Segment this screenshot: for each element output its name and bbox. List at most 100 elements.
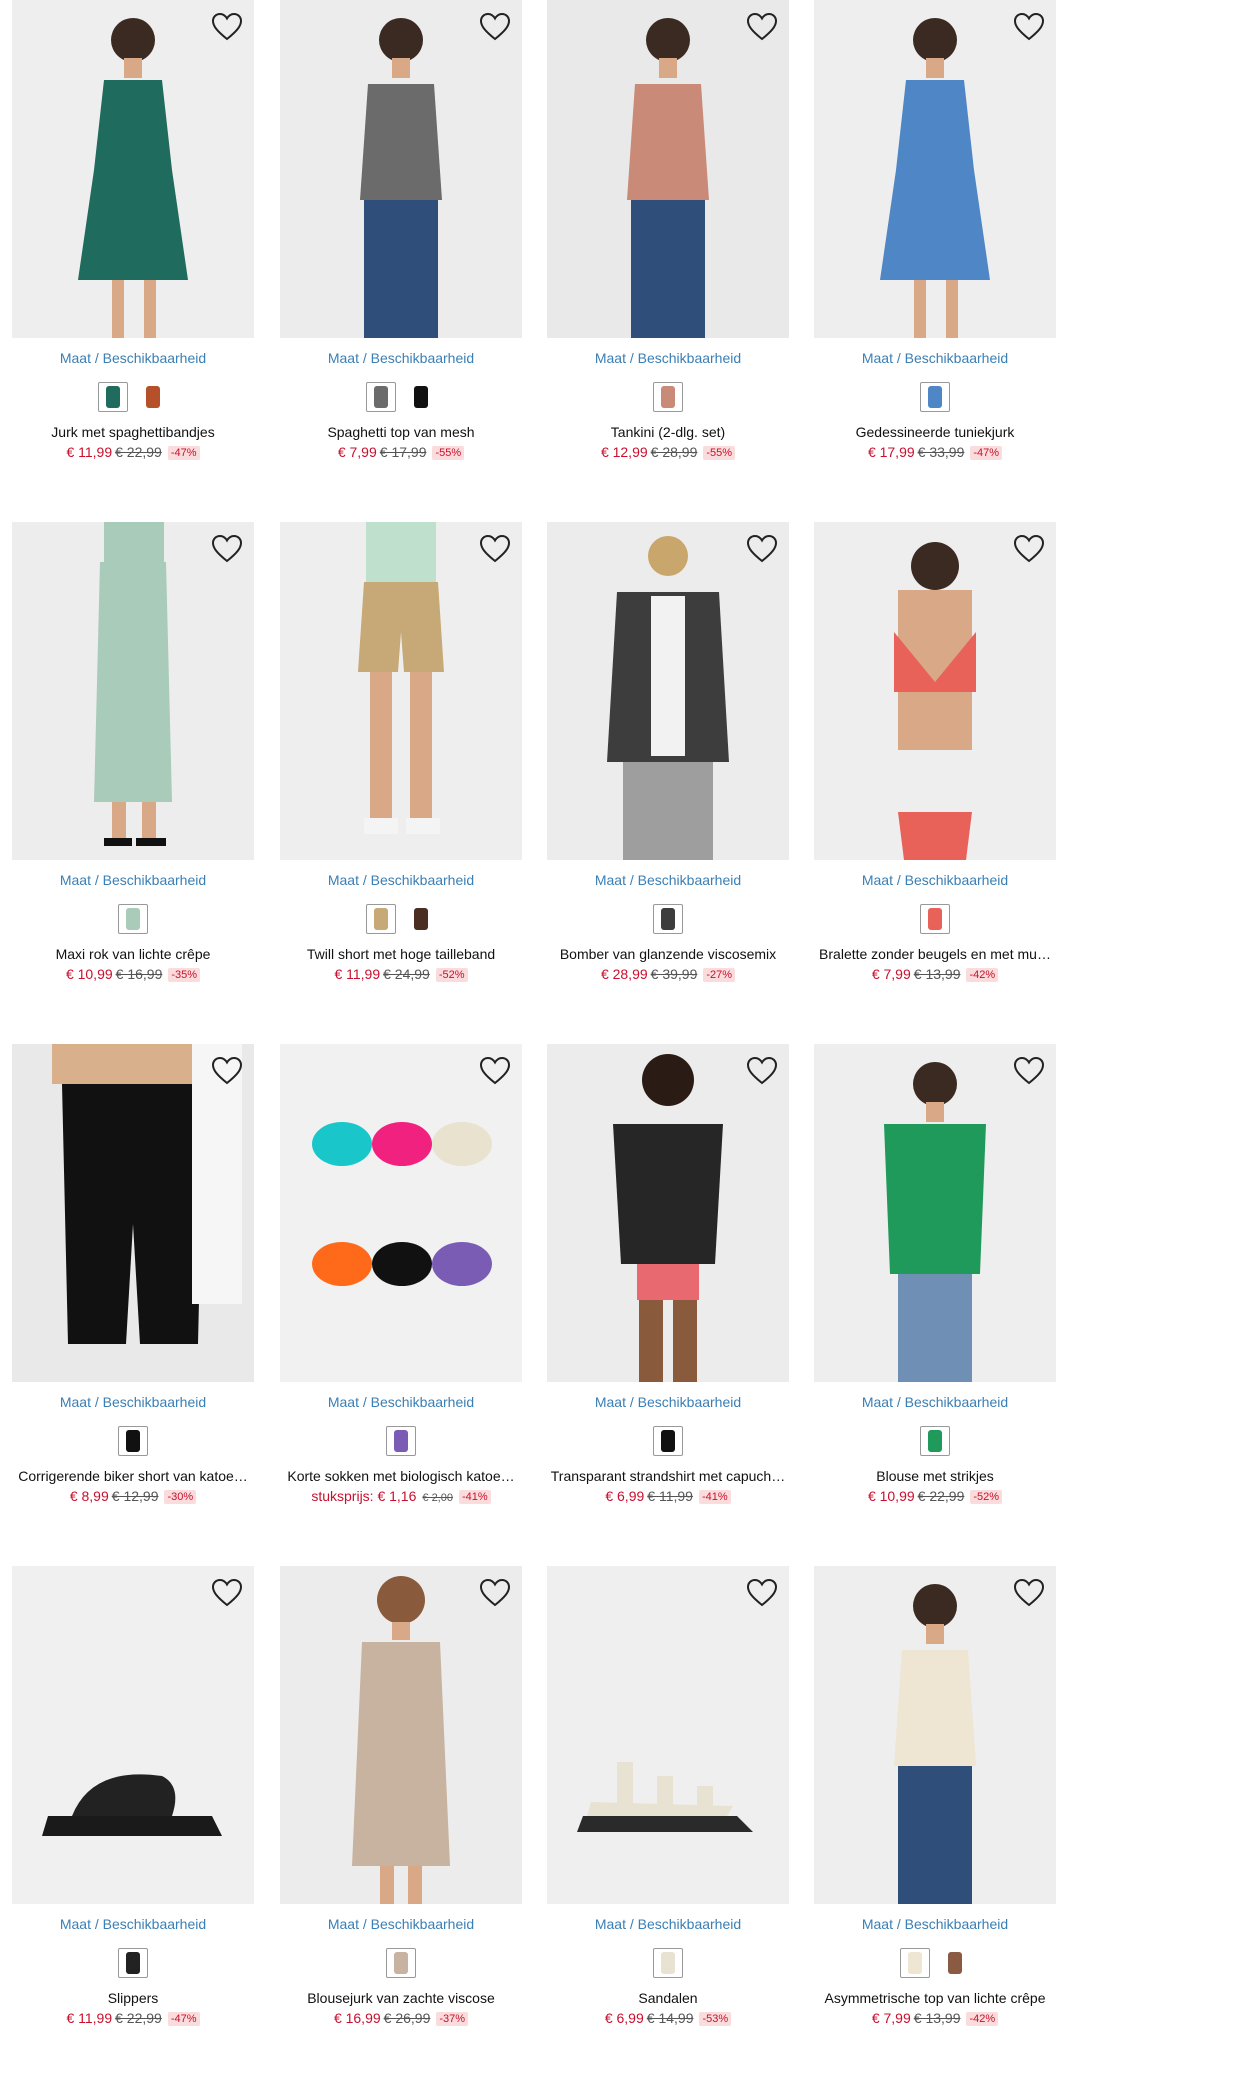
wishlist-heart-icon[interactable]	[745, 532, 779, 566]
color-swatch[interactable]	[920, 382, 950, 412]
wishlist-heart-icon[interactable]	[210, 1576, 244, 1610]
wishlist-heart-icon[interactable]	[745, 1576, 779, 1610]
product-card[interactable]: Maat / Beschikbaarheid Bralette zonder be…	[814, 522, 1056, 992]
wishlist-heart-icon[interactable]	[210, 1054, 244, 1088]
wishlist-heart-icon[interactable]	[210, 10, 244, 44]
wishlist-heart-icon[interactable]	[1012, 10, 1046, 44]
color-swatch[interactable]	[920, 1426, 950, 1456]
product-name[interactable]: Blousejurk van zachte viscose	[280, 1990, 522, 2006]
color-swatch[interactable]	[653, 382, 683, 412]
wishlist-heart-icon[interactable]	[1012, 1054, 1046, 1088]
product-name[interactable]: Asymmetrische top van lichte crêpe	[814, 1990, 1056, 2006]
product-image[interactable]	[12, 522, 254, 860]
wishlist-heart-icon[interactable]	[478, 1054, 512, 1088]
color-swatch[interactable]	[98, 382, 128, 412]
product-name[interactable]: Corrigerende biker short van katoe…	[12, 1468, 254, 1484]
product-card[interactable]: Maat / Beschikbaarheid Korte sokken met b…	[280, 1044, 522, 1514]
wishlist-heart-icon[interactable]	[1012, 532, 1046, 566]
product-card[interactable]: Maat / Beschikbaarheid Blouse met strikje…	[814, 1044, 1056, 1514]
wishlist-heart-icon[interactable]	[745, 1054, 779, 1088]
size-availability-link[interactable]: Maat / Beschikbaarheid	[547, 350, 789, 366]
product-card[interactable]: Maat / Beschikbaarheid Tankini (2-dlg. se…	[547, 0, 789, 470]
product-name[interactable]: Jurk met spaghettibandjes	[12, 424, 254, 440]
color-swatch[interactable]	[118, 1426, 148, 1456]
product-image[interactable]	[280, 0, 522, 338]
color-swatch[interactable]	[920, 904, 950, 934]
product-image[interactable]	[12, 0, 254, 338]
product-card[interactable]: Maat / Beschikbaarheid Blousejurk van zac…	[280, 1566, 522, 2036]
product-image[interactable]	[814, 0, 1056, 338]
product-name[interactable]: Spaghetti top van mesh	[280, 424, 522, 440]
wishlist-heart-icon[interactable]	[478, 532, 512, 566]
size-availability-link[interactable]: Maat / Beschikbaarheid	[814, 1394, 1056, 1410]
color-swatch[interactable]	[406, 382, 436, 412]
size-availability-link[interactable]: Maat / Beschikbaarheid	[12, 1916, 254, 1932]
size-availability-link[interactable]: Maat / Beschikbaarheid	[12, 350, 254, 366]
wishlist-heart-icon[interactable]	[745, 10, 779, 44]
product-image[interactable]	[547, 1566, 789, 1904]
product-image[interactable]	[12, 1566, 254, 1904]
product-card[interactable]: Maat / Beschikbaarheid Corrigerende biker…	[12, 1044, 254, 1514]
color-swatch[interactable]	[900, 1948, 930, 1978]
product-name[interactable]: Bomber van glanzende viscosemix	[547, 946, 789, 962]
product-name[interactable]: Slippers	[12, 1990, 254, 2006]
product-image[interactable]	[547, 522, 789, 860]
product-card[interactable]: Maat / Beschikbaarheid Spaghetti top van …	[280, 0, 522, 470]
product-card[interactable]: Maat / Beschikbaarheid Sandalen € 6,99 € 14…	[547, 1566, 789, 2036]
color-swatch[interactable]	[653, 1426, 683, 1456]
wishlist-heart-icon[interactable]	[210, 532, 244, 566]
product-image[interactable]	[814, 522, 1056, 860]
product-card[interactable]: Maat / Beschikbaarheid Slippers € 11,99 € 2…	[12, 1566, 254, 2036]
color-swatch[interactable]	[940, 1948, 970, 1978]
size-availability-link[interactable]: Maat / Beschikbaarheid	[12, 1394, 254, 1410]
product-image[interactable]	[12, 1044, 254, 1382]
product-name[interactable]: Bralette zonder beugels en met mu…	[814, 946, 1056, 962]
size-availability-link[interactable]: Maat / Beschikbaarheid	[814, 350, 1056, 366]
color-swatch[interactable]	[366, 904, 396, 934]
color-swatch[interactable]	[366, 382, 396, 412]
product-card[interactable]: Maat / Beschikbaarheid Bomber van glanzen…	[547, 522, 789, 992]
wishlist-heart-icon[interactable]	[478, 10, 512, 44]
color-swatch[interactable]	[138, 382, 168, 412]
product-name[interactable]: Sandalen	[547, 1990, 789, 2006]
product-card[interactable]: Maat / Beschikbaarheid Jurk met spaghetti…	[12, 0, 254, 470]
size-availability-link[interactable]: Maat / Beschikbaarheid	[814, 1916, 1056, 1932]
color-swatch[interactable]	[653, 904, 683, 934]
product-card[interactable]: Maat / Beschikbaarheid Gedessineerde tuni…	[814, 0, 1056, 470]
size-availability-link[interactable]: Maat / Beschikbaarheid	[547, 1916, 789, 1932]
color-swatch[interactable]	[386, 1948, 416, 1978]
product-card[interactable]: Maat / Beschikbaarheid Maxi rok van licht…	[12, 522, 254, 992]
size-availability-link[interactable]: Maat / Beschikbaarheid	[280, 1916, 522, 1932]
size-availability-link[interactable]: Maat / Beschikbaarheid	[814, 872, 1056, 888]
product-image[interactable]	[814, 1044, 1056, 1382]
size-availability-link[interactable]: Maat / Beschikbaarheid	[547, 1394, 789, 1410]
product-card[interactable]: Maat / Beschikbaarheid Twill short met ho…	[280, 522, 522, 992]
product-image[interactable]	[280, 1566, 522, 1904]
product-name[interactable]: Gedessineerde tuniekjurk	[814, 424, 1056, 440]
product-image[interactable]	[280, 1044, 522, 1382]
product-image[interactable]	[547, 1044, 789, 1382]
product-name[interactable]: Maxi rok van lichte crêpe	[12, 946, 254, 962]
product-name[interactable]: Tankini (2-dlg. set)	[547, 424, 789, 440]
wishlist-heart-icon[interactable]	[478, 1576, 512, 1610]
size-availability-link[interactable]: Maat / Beschikbaarheid	[280, 1394, 522, 1410]
wishlist-heart-icon[interactable]	[1012, 1576, 1046, 1610]
color-swatch[interactable]	[406, 904, 436, 934]
size-availability-link[interactable]: Maat / Beschikbaarheid	[12, 872, 254, 888]
size-availability-link[interactable]: Maat / Beschikbaarheid	[547, 872, 789, 888]
product-card[interactable]: Maat / Beschikbaarheid Transparant strand…	[547, 1044, 789, 1514]
color-swatch[interactable]	[653, 1948, 683, 1978]
size-availability-link[interactable]: Maat / Beschikbaarheid	[280, 350, 522, 366]
product-name[interactable]: Twill short met hoge tailleband	[280, 946, 522, 962]
product-name[interactable]: Transparant strandshirt met capuch…	[547, 1468, 789, 1484]
color-swatch[interactable]	[118, 1948, 148, 1978]
color-swatch[interactable]	[118, 904, 148, 934]
product-card[interactable]: Maat / Beschikbaarheid Asymmetrische top …	[814, 1566, 1056, 2036]
product-image[interactable]	[280, 522, 522, 860]
product-name[interactable]: Blouse met strikjes	[814, 1468, 1056, 1484]
size-availability-link[interactable]: Maat / Beschikbaarheid	[280, 872, 522, 888]
product-name[interactable]: Korte sokken met biologisch katoe…	[280, 1468, 522, 1484]
color-swatch[interactable]	[386, 1426, 416, 1456]
product-image[interactable]	[814, 1566, 1056, 1904]
product-image[interactable]	[547, 0, 789, 338]
